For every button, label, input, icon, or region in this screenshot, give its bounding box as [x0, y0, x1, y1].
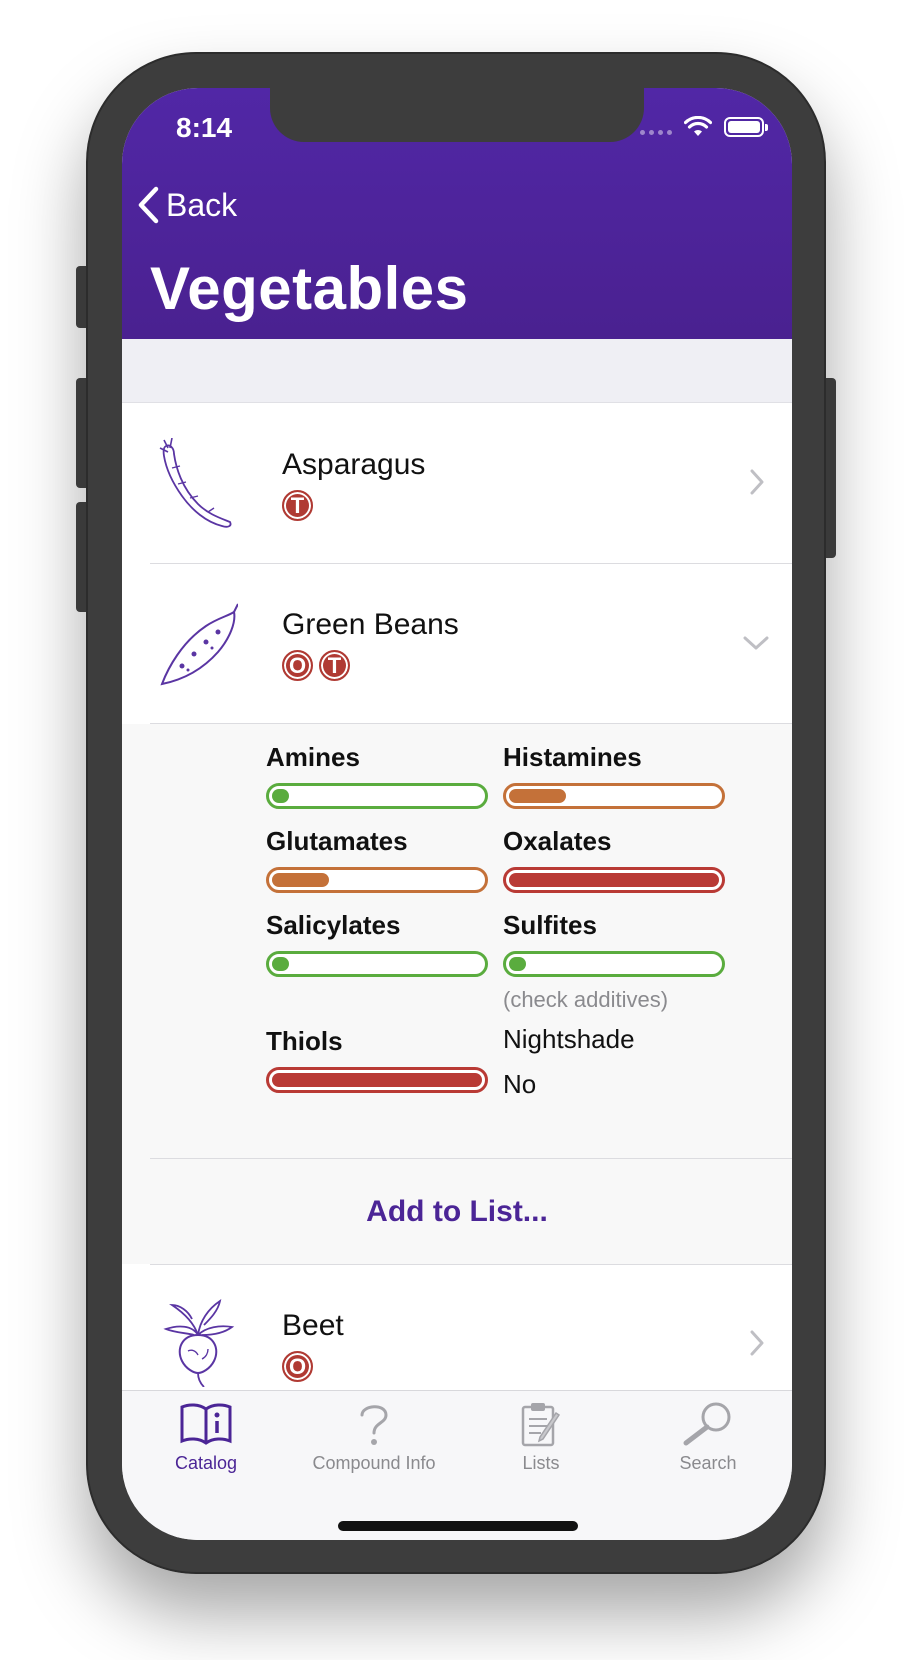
badge-group: O T: [282, 650, 350, 681]
level-bar: [266, 867, 488, 893]
badge-group: O: [282, 1351, 313, 1382]
level-fill: [509, 957, 526, 971]
metric-nightshade: Nightshade No: [503, 1024, 727, 1100]
back-button[interactable]: Back: [136, 186, 237, 224]
signal-icon: [640, 120, 672, 135]
metric-label: Histamines: [503, 742, 642, 772]
level-bar: [503, 951, 725, 977]
beet-icon: [163, 1299, 235, 1387]
metric-label: Thiols: [266, 1026, 343, 1056]
metric-label: Nightshade: [503, 1024, 635, 1054]
tab-label: Lists: [522, 1453, 560, 1473]
level-fill: [272, 873, 329, 887]
item-name: Beet: [282, 1309, 344, 1342]
add-to-list-button[interactable]: Add to List...: [122, 1159, 792, 1265]
level-bar: [503, 867, 725, 893]
metric-glutamates: Glutamates: [266, 826, 490, 893]
status-time: 8:14: [176, 112, 233, 143]
item-name: Asparagus: [282, 448, 426, 481]
thiols-badge: T: [282, 490, 313, 521]
chevron-left-icon: [138, 186, 159, 224]
level-fill: [509, 873, 719, 887]
tab-lists[interactable]: Lists: [457, 1401, 625, 1474]
battery-icon: [724, 117, 768, 137]
question-icon: [360, 1405, 388, 1445]
wifi-icon: [684, 116, 712, 136]
metric-oxalates: Oxalates: [503, 826, 727, 893]
metric-label: Sulfites: [503, 910, 597, 940]
list-item-asparagus[interactable]: Asparagus T: [122, 404, 792, 564]
metric-histamines: Histamines: [503, 742, 727, 809]
chevron-right-icon: [750, 1330, 764, 1356]
metric-salicylates: Salicylates: [266, 910, 490, 977]
level-fill: [272, 1073, 482, 1087]
tab-compound-info[interactable]: Compound Info: [274, 1401, 474, 1474]
tab-bar: Catalog Compound Info Lists Search: [122, 1390, 792, 1540]
metric-label: Salicylates: [266, 910, 401, 940]
chevron-down-icon: [743, 636, 769, 650]
level-fill: [272, 789, 289, 803]
green-bean-icon: [160, 603, 238, 686]
tab-search[interactable]: Search: [624, 1401, 792, 1474]
status-icons: [640, 116, 768, 138]
screen: 8:14 Back Vegetables Asparagus T Green B…: [122, 88, 792, 1540]
section-spacer: [122, 339, 792, 403]
sulfites-note: (check additives): [503, 987, 669, 1012]
back-label: Back: [166, 186, 238, 223]
metric-label: Glutamates: [266, 826, 408, 856]
level-fill: [509, 789, 566, 803]
clipboard-icon: [521, 1403, 561, 1447]
level-bar: [266, 783, 488, 809]
tab-label: Search: [679, 1453, 737, 1473]
metric-thiols: Thiols: [266, 1026, 490, 1093]
metric-sulfites: Sulfites (check additives): [503, 910, 727, 1013]
nightshade-value: No: [503, 1069, 537, 1099]
level-bar: [503, 783, 725, 809]
magnifier-icon: [683, 1402, 731, 1446]
thiols-badge: T: [319, 650, 350, 681]
oxalates-badge: O: [282, 1351, 313, 1382]
metric-label: Oxalates: [503, 826, 612, 856]
book-icon: [180, 1403, 232, 1445]
notch: [270, 88, 644, 142]
asparagus-icon: [159, 438, 232, 528]
chevron-right-icon: [750, 469, 764, 495]
tab-label: Compound Info: [312, 1453, 436, 1473]
level-bar: [266, 1067, 488, 1093]
item-name: Green Beans: [282, 608, 459, 641]
tab-label: Catalog: [174, 1453, 238, 1473]
tab-catalog[interactable]: Catalog: [122, 1401, 290, 1474]
page-title: Vegetables: [150, 255, 469, 322]
badge-group: T: [282, 490, 313, 521]
home-indicator[interactable]: [338, 1521, 578, 1531]
metric-label: Amines: [266, 742, 360, 772]
level-fill: [272, 957, 289, 971]
level-bar: [266, 951, 488, 977]
list-item-green-beans[interactable]: Green Beans O T: [122, 564, 792, 724]
metric-amines: Amines: [266, 742, 490, 809]
oxalates-badge: O: [282, 650, 313, 681]
